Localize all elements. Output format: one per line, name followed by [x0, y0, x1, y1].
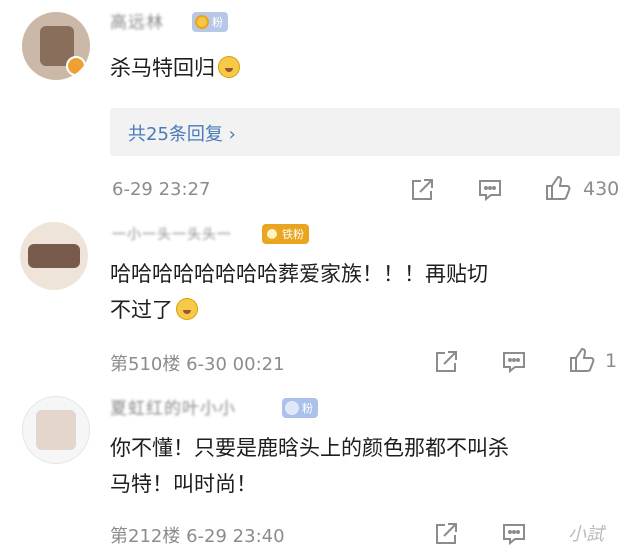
- comment-text-line: 杀马特回归: [110, 56, 215, 80]
- badge-label: 铁粉: [282, 228, 304, 241]
- chevron-right-icon: ›: [228, 124, 236, 145]
- thumbs-up-icon[interactable]: [544, 174, 572, 202]
- fan-badge: 铁粉: [262, 224, 309, 244]
- comment-item: 高远林 粉 杀马特回归 共25条回复 › 6-29 23:27 430: [0, 0, 640, 210]
- fan-badge: 粉: [282, 398, 318, 418]
- like-count: 430: [583, 178, 620, 200]
- username[interactable]: 高远林: [110, 8, 164, 33]
- medal-icon: [195, 15, 209, 29]
- watermark: 小試: [568, 524, 604, 545]
- fan-badge: 粉: [192, 12, 228, 32]
- timestamp: 6-30 00:21: [186, 354, 285, 375]
- comment-icon[interactable]: [500, 348, 528, 376]
- avatar[interactable]: [22, 12, 90, 80]
- comment-text: 你不懂！只要是鹿晗头上的颜色那都不叫杀 马特！叫时尚！: [110, 430, 625, 502]
- share-icon[interactable]: [432, 520, 460, 548]
- comment-item: 夏虹红的叶小小 粉 你不懂！只要是鹿晗头上的颜色那都不叫杀 马特！叫时尚！ 第2…: [0, 388, 640, 560]
- emoji-icon: [218, 56, 240, 78]
- like-count: 1: [605, 350, 618, 372]
- floor-number: 第510楼: [110, 354, 181, 375]
- timestamp: 6-29 23:27: [112, 179, 211, 200]
- floor-number: 第212楼: [110, 526, 181, 547]
- avatar[interactable]: [20, 222, 88, 290]
- username[interactable]: 一小一头一头头一: [112, 224, 232, 244]
- badge-label: 粉: [302, 402, 313, 415]
- username[interactable]: 夏虹红的叶小小: [110, 394, 236, 419]
- share-icon[interactable]: [432, 348, 460, 376]
- timestamp: 6-29 23:40: [186, 526, 285, 547]
- floor-and-timestamp: 第510楼 6-30 00:21: [110, 350, 285, 376]
- avatar[interactable]: [22, 396, 90, 464]
- floor-and-timestamp: 第212楼 6-29 23:40: [110, 522, 285, 548]
- badge-label: 粉: [212, 16, 223, 29]
- comment-text-line: 不过了: [110, 292, 625, 328]
- replies-box[interactable]: 共25条回复 ›: [110, 108, 620, 156]
- comment-text-line: 你不懂！只要是鹿晗头上的颜色那都不叫杀: [110, 436, 509, 460]
- comment-item: 一小一头一头头一 铁粉 哈哈哈哈哈哈哈哈葬爱家族！！！再贴切 不过了 第510楼…: [0, 210, 640, 388]
- comment-icon[interactable]: [476, 176, 504, 204]
- medal-icon: [285, 401, 299, 415]
- comment-text: 杀马特回归: [110, 50, 240, 86]
- laughing-emoji-icon: [176, 298, 198, 320]
- comment-text: 哈哈哈哈哈哈哈哈葬爱家族！！！再贴切 不过了: [110, 256, 625, 328]
- comment-text-line: 哈哈哈哈哈哈哈哈葬爱家族！！！再贴切: [110, 262, 488, 286]
- share-icon[interactable]: [408, 176, 436, 204]
- medal-icon: [265, 227, 279, 241]
- thumbs-up-icon[interactable]: [568, 346, 596, 374]
- comment-icon[interactable]: [500, 520, 528, 548]
- comment-text-line: 马特！叫时尚！: [110, 472, 257, 496]
- replies-link[interactable]: 共25条回复 ›: [128, 120, 236, 146]
